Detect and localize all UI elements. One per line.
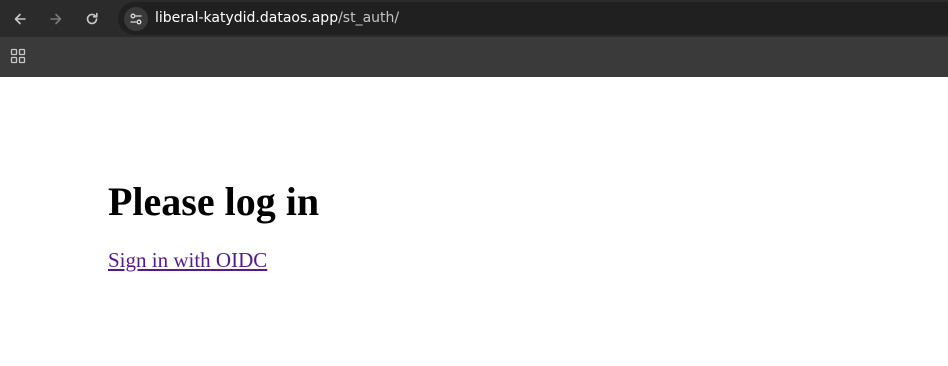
reload-icon [86,12,98,25]
sign-in-oidc-link[interactable]: Sign in with OIDC [108,248,267,273]
url-text[interactable]: liberal-katydid.dataos.app/st_auth/ [155,10,399,26]
arrow-right-icon [50,13,62,25]
apps-grid-icon [10,48,26,64]
page-title: Please log in [108,179,320,224]
address-bar[interactable]: liberal-katydid.dataos.app/st_auth/ [118,2,948,35]
page-content: Please log in Sign in with OIDC [0,77,948,366]
bookmarks-bar [0,37,948,77]
url-path: /st_auth/ [338,10,400,26]
browser-toolbar: liberal-katydid.dataos.app/st_auth/ [0,0,948,37]
site-info-button[interactable] [124,7,148,31]
reload-button[interactable] [79,6,105,32]
url-host: liberal-katydid.dataos.app [155,10,339,26]
tune-icon [130,13,142,25]
back-button[interactable] [7,6,33,32]
arrow-left-icon [14,13,26,25]
apps-button[interactable] [8,46,28,66]
forward-button[interactable] [43,6,69,32]
